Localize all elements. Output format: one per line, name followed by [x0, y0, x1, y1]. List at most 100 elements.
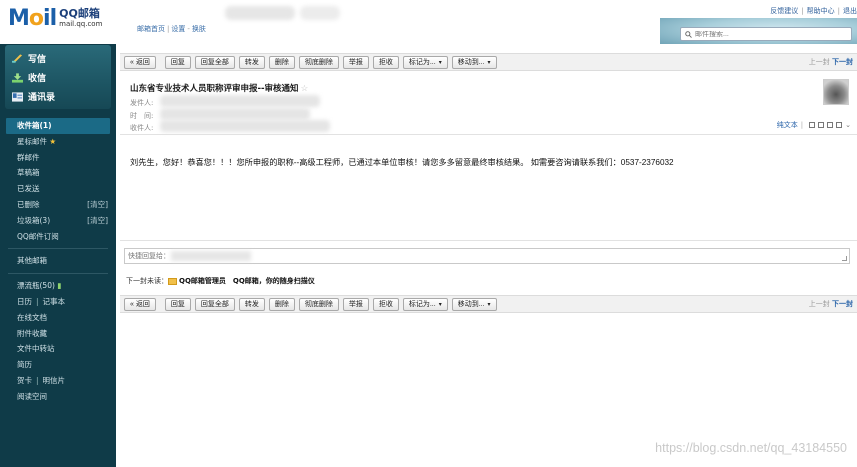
- link-skin[interactable]: 换肤: [192, 25, 206, 33]
- folder-drafts-label: 草稿箱: [17, 168, 40, 178]
- tool-greeting-card[interactable]: 贺卡: [17, 376, 32, 385]
- mail-toolbar-top: « 返回 回复 回复全部 转发 删除 彻底删除 举报 拒收 标记为... 移动到…: [120, 53, 857, 71]
- logo-cn: QQ邮箱: [59, 7, 100, 20]
- to-label: 收件人:: [130, 124, 154, 132]
- reject-button[interactable]: 拒收: [372, 297, 399, 311]
- folder-subscriptions-label: QQ邮件订阅: [17, 231, 59, 241]
- link-mail-home[interactable]: 邮箱首页: [137, 25, 165, 33]
- sidebar: 写信 收信 通讯录 收件箱(1) 星标邮件 ★ 群邮件 草稿箱 已发送 已删除 […: [0, 44, 116, 467]
- sender-avatar[interactable]: [823, 79, 849, 105]
- tool-resume[interactable]: 简历: [0, 357, 116, 373]
- nav-divider: [8, 248, 108, 250]
- other-mailbox-label: 其他邮箱: [17, 256, 47, 266]
- link-logout[interactable]: 退出: [843, 7, 857, 15]
- other-mailbox[interactable]: 其他邮箱: [0, 253, 116, 269]
- delete-button[interactable]: 删除: [268, 297, 295, 311]
- search-box[interactable]: [680, 27, 852, 41]
- tool-reading-space[interactable]: 阅读空间: [0, 389, 116, 405]
- back-button[interactable]: « 返回: [124, 55, 156, 69]
- link-feedback[interactable]: 反馈建议: [770, 7, 798, 15]
- folder-sent-label: 已发送: [17, 184, 40, 194]
- folder-group[interactable]: 群邮件: [0, 150, 116, 166]
- folder-inbox-label: 收件箱(1): [17, 121, 52, 130]
- compose-button[interactable]: 写信: [12, 52, 46, 65]
- contacts-label: 通讯录: [28, 93, 56, 103]
- folder-list: 收件箱(1) 星标邮件 ★ 群邮件 草稿箱 已发送 已删除 [清空] 垃圾箱(3)…: [0, 118, 116, 405]
- forward-button[interactable]: 转发: [238, 297, 265, 311]
- drift-bottle[interactable]: 漂流瓶(50) ▮: [0, 278, 116, 294]
- print-icon[interactable]: [836, 122, 843, 128]
- next-mail-link[interactable]: 下一封: [832, 300, 853, 308]
- folder-inbox[interactable]: 收件箱(1): [6, 118, 110, 134]
- reject-button[interactable]: 拒收: [372, 55, 399, 69]
- next-unread-subject[interactable]: QQ邮箱，你的随身扫描仪: [233, 276, 315, 286]
- envelope-icon: [168, 277, 177, 285]
- delete-permanently-button[interactable]: 彻底删除: [298, 55, 339, 69]
- mail-view: « 返回 回复 回复全部 转发 删除 彻底删除 举报 拒收 标记为... 移动到…: [116, 44, 857, 467]
- view-options: 纯文本 | ⌄: [776, 120, 851, 130]
- reply-all-button[interactable]: 回复全部: [194, 297, 235, 311]
- prev-mail-link[interactable]: 上一封: [809, 58, 830, 66]
- quick-reply-box[interactable]: [124, 248, 850, 264]
- folder-sent[interactable]: 已发送: [0, 181, 116, 197]
- divider: [120, 134, 857, 135]
- redacted-sender: [160, 95, 320, 107]
- move-to-dropdown[interactable]: 移动到...: [451, 297, 497, 311]
- clear-deleted-link[interactable]: [清空]: [87, 197, 108, 213]
- pen-icon: [12, 53, 23, 63]
- report-button[interactable]: 举报: [342, 297, 369, 311]
- folder-spam[interactable]: 垃圾箱(3) [清空]: [0, 213, 116, 229]
- qq-mail-logo[interactable]: Moil QQ邮箱 mail.qq.com: [8, 8, 102, 30]
- frame-icon[interactable]: [827, 122, 834, 128]
- plain-text-link[interactable]: 纯文本: [777, 120, 798, 130]
- tool-attachments[interactable]: 附件收藏: [0, 326, 116, 342]
- top-links: 邮箱首页 | 设置 - 换肤: [137, 25, 206, 33]
- watermark: https://blog.csdn.net/qq_43184550: [655, 441, 847, 455]
- folder-starred[interactable]: 星标邮件 ★: [0, 134, 116, 150]
- redacted-time: [160, 108, 310, 120]
- clear-spam-link[interactable]: [清空]: [87, 213, 108, 229]
- search-input[interactable]: [695, 30, 845, 38]
- tool-calendar[interactable]: 日历: [17, 297, 32, 306]
- link-help[interactable]: 帮助中心: [807, 7, 835, 15]
- delete-permanently-button[interactable]: 彻底删除: [298, 297, 339, 311]
- report-button[interactable]: 举报: [342, 55, 369, 69]
- mark-as-dropdown[interactable]: 标记为...: [402, 297, 448, 311]
- back-button[interactable]: « 返回: [124, 297, 156, 311]
- resize-handle[interactable]: [842, 256, 847, 261]
- mark-as-dropdown[interactable]: 标记为...: [402, 55, 448, 69]
- chevron-down-icon[interactable]: ⌄: [845, 121, 851, 129]
- reply-button[interactable]: 回复: [164, 297, 191, 311]
- tool-attachments-label: 附件收藏: [17, 328, 47, 338]
- folder-subscriptions[interactable]: QQ邮件订阅: [0, 229, 116, 245]
- link-settings[interactable]: 设置: [171, 25, 185, 33]
- contacts-button[interactable]: 通讯录: [12, 90, 55, 103]
- redacted-recipient: [160, 120, 330, 132]
- forward-button[interactable]: 转发: [238, 55, 265, 69]
- reply-all-button[interactable]: 回复全部: [194, 55, 235, 69]
- tool-online-docs[interactable]: 在线文档: [0, 310, 116, 326]
- next-unread-sender[interactable]: QQ邮箱管理员: [179, 276, 226, 286]
- tool-postcard[interactable]: 明信片: [43, 376, 66, 385]
- move-to-dropdown[interactable]: 移动到...: [451, 55, 497, 69]
- tool-resume-label: 简历: [17, 360, 32, 370]
- divider: [120, 240, 857, 241]
- delete-button[interactable]: 删除: [268, 55, 295, 69]
- copy-icon[interactable]: [818, 122, 825, 128]
- tool-notes[interactable]: 记事本: [43, 297, 66, 306]
- download-icon: [12, 72, 23, 83]
- right-links: 反馈建议 | 帮助中心 | 退出: [770, 7, 857, 15]
- star-outline-icon[interactable]: ☆: [301, 84, 309, 94]
- folder-group-label: 群邮件: [17, 152, 40, 162]
- tool-file-transfer[interactable]: 文件中转站: [0, 341, 116, 357]
- redacted-block: [225, 6, 295, 20]
- prev-mail-link[interactable]: 上一封: [809, 300, 830, 308]
- address-book-icon: [12, 91, 23, 102]
- next-mail-link[interactable]: 下一封: [832, 58, 853, 66]
- receive-label: 收信: [28, 74, 47, 84]
- window-icon[interactable]: [809, 122, 816, 128]
- folder-drafts[interactable]: 草稿箱: [0, 165, 116, 181]
- folder-deleted[interactable]: 已删除 [清空]: [0, 197, 116, 213]
- reply-button[interactable]: 回复: [164, 55, 191, 69]
- receive-button[interactable]: 收信: [12, 71, 46, 84]
